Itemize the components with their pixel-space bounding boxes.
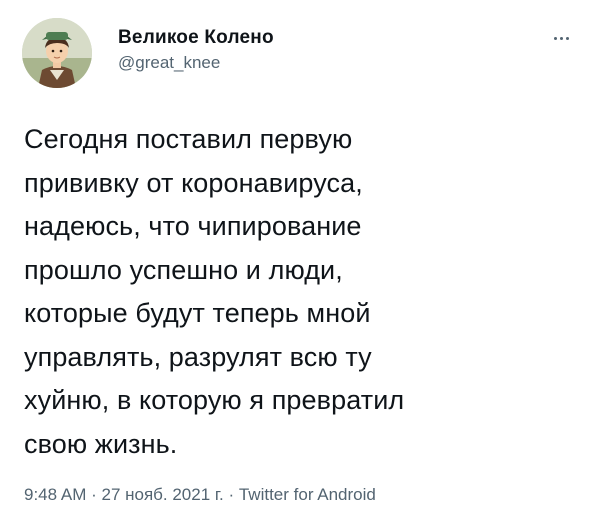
user-names: Великое Колено @great_knee bbox=[118, 27, 274, 74]
tweet-text: Сегодня поставил первую прививку от коро… bbox=[24, 124, 405, 459]
display-name[interactable]: Великое Колено bbox=[118, 27, 274, 49]
avatar-illustration bbox=[22, 18, 92, 88]
tweet-header: Великое Колено @great_knee bbox=[22, 18, 582, 88]
more-button[interactable] bbox=[546, 28, 576, 48]
avatar[interactable] bbox=[22, 18, 92, 88]
tweet-date[interactable]: 27 нояб. 2021 г. bbox=[101, 485, 223, 504]
meta-separator: · bbox=[86, 485, 102, 504]
user-handle[interactable]: @great_knee bbox=[118, 52, 274, 74]
tweet-card: Великое Колено @great_knee Сегодня поста… bbox=[0, 0, 600, 527]
tweet-meta: 9:48 AM · 27 нояб. 2021 г. · Twitter for… bbox=[24, 484, 376, 506]
meta-separator-2: · bbox=[223, 485, 239, 504]
tweet-source[interactable]: Twitter for Android bbox=[239, 485, 376, 504]
more-horizontal-icon bbox=[553, 36, 569, 40]
tweet-time[interactable]: 9:48 AM bbox=[24, 485, 86, 504]
